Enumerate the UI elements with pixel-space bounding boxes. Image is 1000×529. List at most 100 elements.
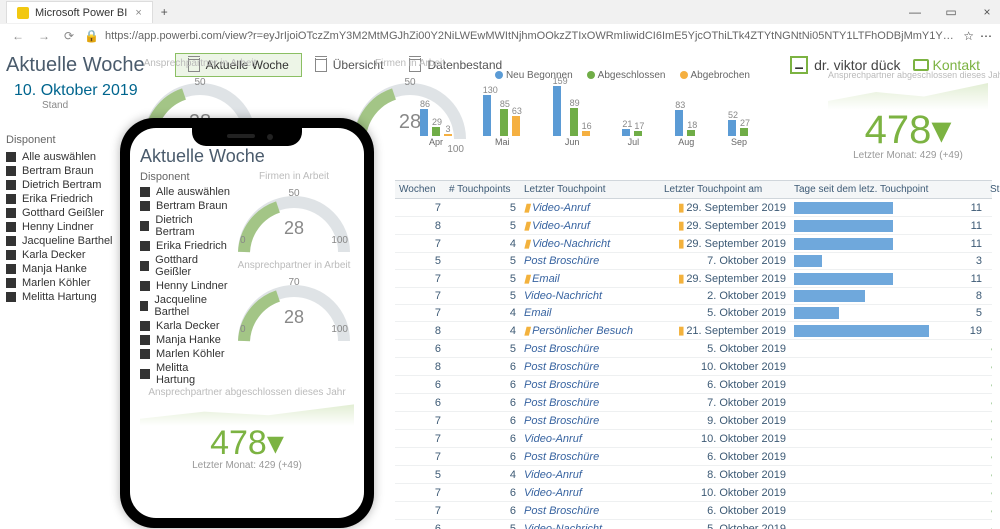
maximize-icon[interactable]: ▭ xyxy=(938,5,964,19)
status-icon: → xyxy=(990,325,992,337)
disponent-item[interactable]: Melitta Hartung xyxy=(6,290,126,304)
menu-icon[interactable]: ⋯ xyxy=(980,29,992,43)
flag-icon: ▮ xyxy=(524,272,530,285)
table-row[interactable]: 76Video-Anruf10. Oktober 2019✓Abgeschlos… xyxy=(395,484,992,502)
table-row[interactable]: 76Video-Anruf10. Oktober 2019✓Abgeschlos… xyxy=(395,430,992,448)
close-window-icon[interactable]: × xyxy=(974,5,1000,19)
col-header[interactable]: Tage seit dem letz. Touchpoint xyxy=(790,181,940,198)
table-row[interactable]: 66Post Broschüre6. Oktober 2019✓Abgeschl… xyxy=(395,376,992,394)
status-badge: →In Arbeit xyxy=(986,217,992,234)
disponent-item[interactable]: Bertram Braun xyxy=(140,199,230,213)
phone-screen: Aktuelle Woche Disponent Alle auswählenB… xyxy=(130,128,364,518)
checkbox-icon xyxy=(6,194,16,204)
powerbi-favicon xyxy=(17,7,29,19)
phone-notch xyxy=(192,128,302,146)
legend-item[interactable]: Abgeschlossen xyxy=(587,70,666,81)
table-row[interactable]: 75▮Email▮29. September 201911→In Arbeit xyxy=(395,270,992,288)
table-row[interactable]: 84▮Persönlicher Besuch▮21. September 201… xyxy=(395,322,992,340)
chart-column-apr[interactable]: 86293Apr xyxy=(420,99,452,147)
new-tab-button[interactable]: + xyxy=(155,5,174,19)
url-field[interactable]: https://app.powerbi.com/view?r=eyJrIjoiO… xyxy=(105,30,957,42)
checkbox-icon xyxy=(6,278,16,288)
disponent-item[interactable]: Henny Lindner xyxy=(140,279,230,293)
disponent-item[interactable]: Erika Friedrich xyxy=(6,192,126,206)
disponent-item[interactable]: Erika Friedrich xyxy=(140,239,230,253)
table-row[interactable]: 76Post Broschüre9. Oktober 2019✓Abgeschl… xyxy=(395,412,992,430)
col-header[interactable]: # Touchpoints xyxy=(445,181,520,198)
table-row[interactable]: 65Post Broschüre5. Oktober 2019✓Abgeschl… xyxy=(395,340,992,358)
status-badge: ✓Abgeschlossen xyxy=(986,412,992,429)
disponent-item[interactable]: Henny Lindner xyxy=(6,220,126,234)
favorite-icon[interactable]: ☆ xyxy=(963,29,974,43)
back-icon[interactable]: ← xyxy=(8,29,28,43)
table-row[interactable]: 66Post Broschüre7. Oktober 2019✓Abgeschl… xyxy=(395,394,992,412)
table-row[interactable]: 54Video-Anruf8. Oktober 2019✓Abgeschloss… xyxy=(395,466,992,484)
checkbox-icon xyxy=(140,187,150,197)
col-header[interactable]: Letzter Touchpoint am xyxy=(660,181,790,198)
table-row[interactable]: 76Post Broschüre6. Oktober 2019✓Abgeschl… xyxy=(395,502,992,520)
status-icon: ✓ xyxy=(990,360,992,373)
chart-column-jun[interactable]: 1598916Jun xyxy=(553,76,592,147)
col-header[interactable]: Wochen xyxy=(395,181,445,198)
touchpoint-type: Video-Anruf xyxy=(520,430,660,447)
disponent-item[interactable]: Manja Hanke xyxy=(140,333,230,347)
disponent-item[interactable]: Manja Hanke xyxy=(6,262,126,276)
touchpoint-type: Video-Nachricht xyxy=(520,288,660,304)
disponent-item[interactable]: Melitta Hartung xyxy=(140,361,230,387)
chart-column-mai[interactable]: 1308563Mai xyxy=(483,85,522,147)
disponent-item[interactable]: Gotthard Geißler xyxy=(6,206,126,220)
gauge-title: Ansprechpartner in Arbeit xyxy=(140,58,260,69)
status-icon: ✓ xyxy=(990,468,992,481)
monthly-bar-chart[interactable]: Neu BegonnenAbgeschlossenAbgebrochen 862… xyxy=(420,70,750,147)
gauge-mid: 50 xyxy=(234,188,354,199)
disponent-item[interactable]: Jacqueline Barthel xyxy=(6,234,126,248)
disponent-item[interactable]: Dietrich Bertram xyxy=(6,178,126,192)
table-row[interactable]: 76Post Broschüre6. Oktober 2019✓Abgeschl… xyxy=(395,448,992,466)
checkbox-icon xyxy=(6,236,16,246)
disponent-item[interactable]: Karla Decker xyxy=(140,319,230,333)
status-icon: ✓ xyxy=(990,396,992,409)
disponent-item[interactable]: Marlen Köhler xyxy=(6,276,126,290)
status-icon: ✓ xyxy=(990,522,992,529)
checkbox-icon xyxy=(140,349,150,359)
table-row[interactable]: 86Post Broschüre10. Oktober 2019✓Abgesch… xyxy=(395,358,992,376)
browser-tab[interactable]: Microsoft Power BI × xyxy=(6,1,153,23)
disponent-item[interactable]: Marlen Köhler xyxy=(140,347,230,361)
disponent-item[interactable]: Alle auswählen xyxy=(6,150,126,164)
minimize-icon[interactable]: — xyxy=(902,5,928,19)
table-row[interactable]: 74Email5. Oktober 20195→In Arbeit xyxy=(395,305,992,322)
disponent-item[interactable]: Dietrich Bertram xyxy=(140,213,230,239)
status-badge: ✓Abgeschlossen xyxy=(986,448,992,465)
close-icon[interactable]: × xyxy=(135,7,141,19)
table-row[interactable]: 74▮Video-Nachricht▮29. September 201911→… xyxy=(395,235,992,253)
refresh-icon[interactable]: ⟳ xyxy=(60,29,78,43)
chart-column-jul[interactable]: 2117Jul xyxy=(622,119,644,147)
table-row[interactable]: 75Video-Nachricht2. Oktober 20198→In Arb… xyxy=(395,288,992,305)
col-header[interactable]: Status xyxy=(986,181,1000,198)
phone-gauge-bottom: 70 28 0 100 xyxy=(234,271,354,349)
flag-icon: ▮ xyxy=(678,201,684,214)
status-badge: →In Arbeit xyxy=(986,253,992,269)
chart-column-aug[interactable]: 8318Aug xyxy=(675,100,697,147)
touchpoint-type: Video-Anruf xyxy=(520,466,660,483)
phone-disponent-title: Disponent xyxy=(140,171,230,183)
disponent-item[interactable]: Gotthard Geißler xyxy=(140,253,230,279)
flag-icon: ▮ xyxy=(678,237,684,250)
chart-column-sep[interactable]: 5227Sep xyxy=(728,110,750,147)
col-header[interactable] xyxy=(940,181,986,198)
brand-logo-icon xyxy=(790,56,808,74)
table-row[interactable]: 75▮Video-Anruf▮29. September 201911→In A… xyxy=(395,199,992,217)
table-row[interactable]: 85▮Video-Anruf▮29. September 201911→In A… xyxy=(395,217,992,235)
col-header[interactable]: Letzter Touchpoint xyxy=(520,181,660,198)
checkbox-icon xyxy=(140,321,150,331)
phone-mockup: Aktuelle Woche Disponent Alle auswählenB… xyxy=(120,118,374,528)
disponent-item[interactable]: Bertram Braun xyxy=(6,164,126,178)
forward-icon[interactable]: → xyxy=(34,29,54,43)
table-row[interactable]: 55Post Broschüre7. Oktober 20193→In Arbe… xyxy=(395,253,992,270)
disponent-item[interactable]: Alle auswählen xyxy=(140,185,230,199)
status-badge: →In Arbeit xyxy=(986,288,992,304)
disponent-item[interactable]: Jacqueline Barthel xyxy=(140,293,230,319)
legend-item[interactable]: Abgebrochen xyxy=(680,70,751,81)
disponent-item[interactable]: Karla Decker xyxy=(6,248,126,262)
touchpoint-table[interactable]: Wochen# TouchpointsLetzter TouchpointLet… xyxy=(395,180,992,525)
